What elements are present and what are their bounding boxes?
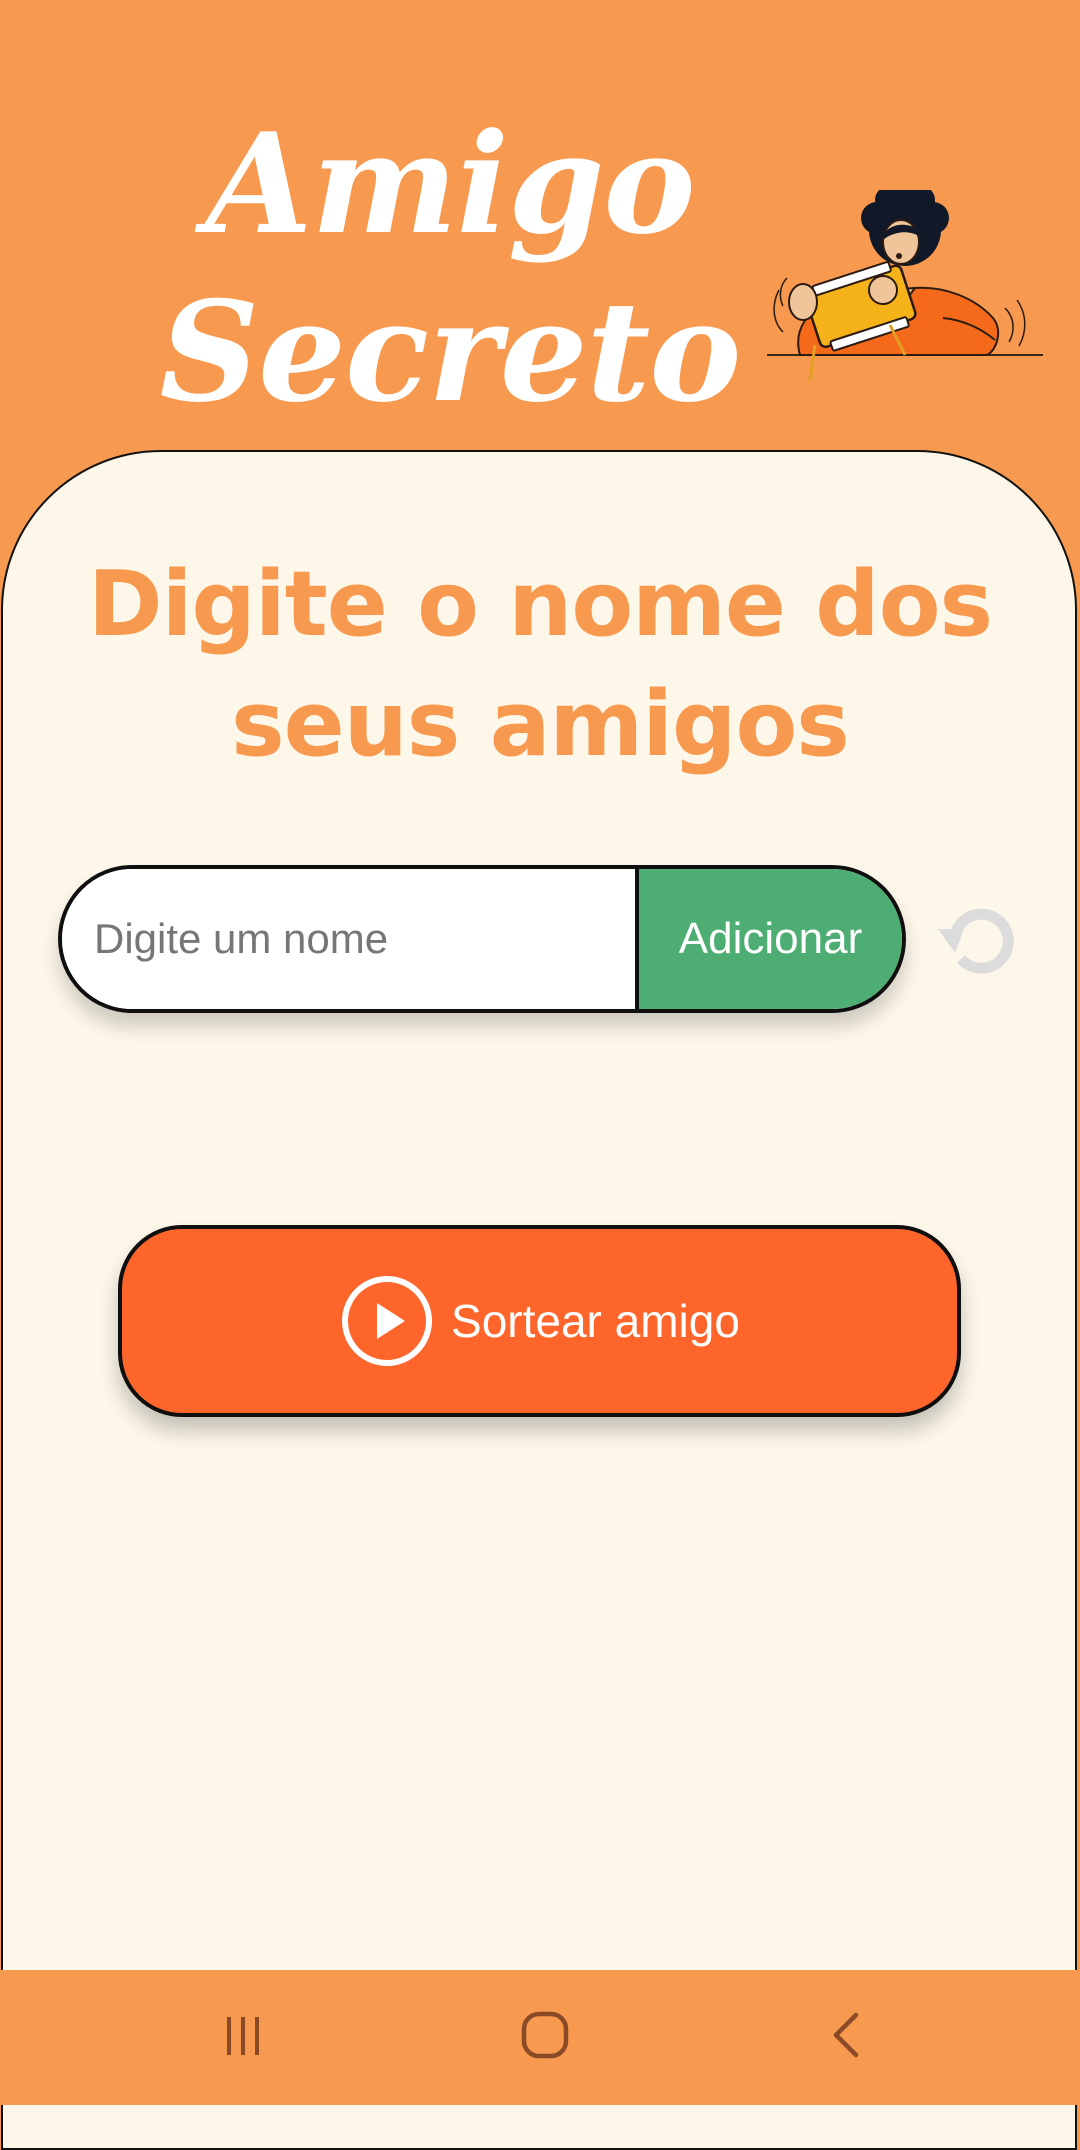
header: Amigo Secreto — [0, 0, 1080, 460]
instruction-heading: Digite o nome dos seus amigos — [0, 545, 1080, 785]
reset-button[interactable] — [935, 895, 1025, 985]
instruction-heading-line-1: Digite o nome dos — [87, 552, 993, 657]
play-circle-icon — [342, 1276, 433, 1366]
person-playing-illustration — [767, 190, 1043, 381]
refresh-icon — [938, 908, 1014, 974]
instruction-heading-line-2: seus amigos — [231, 672, 850, 777]
back-icon — [833, 2012, 859, 2058]
friend-name-input[interactable] — [62, 869, 635, 1009]
add-button[interactable]: Adicionar — [635, 869, 902, 1009]
draw-friend-label: Sortear amigo — [451, 1295, 740, 1347]
home-icon — [521, 2011, 569, 2059]
system-nav-bar — [0, 1970, 1080, 2105]
recent-apps-button[interactable] — [193, 1990, 293, 2080]
back-button[interactable] — [798, 1990, 898, 2080]
add-friend-input-group: Adicionar — [58, 865, 906, 1013]
recent-apps-icon — [227, 2017, 259, 2055]
home-button[interactable] — [495, 1990, 595, 2080]
app-title-line-1: Amigo — [205, 102, 695, 265]
app-title: Amigo Secreto — [150, 100, 750, 436]
app-title-line-2: Secreto — [159, 270, 742, 433]
draw-friend-button[interactable]: Sortear amigo — [118, 1225, 961, 1417]
